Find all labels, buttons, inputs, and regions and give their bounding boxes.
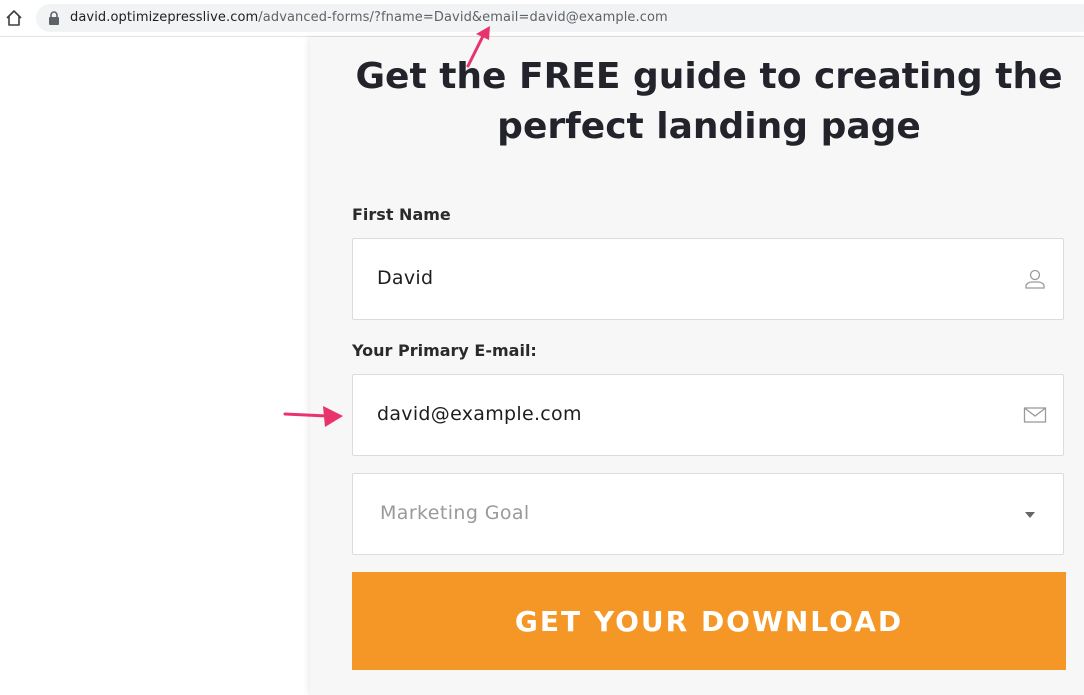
chevron-down-icon <box>1025 512 1035 518</box>
envelope-icon <box>1023 407 1047 423</box>
annotation-arrow-url-icon <box>466 26 490 68</box>
first-name-field[interactable]: David <box>352 238 1064 320</box>
email-label: Your Primary E-mail: <box>352 341 537 360</box>
browser-toolbar: david.optimizepresslive.com/advanced-for… <box>0 0 1084 37</box>
url-host: david.optimizepresslive.com <box>70 10 259 25</box>
annotation-arrow-email-icon <box>283 406 343 427</box>
address-bar[interactable]: david.optimizepresslive.com/advanced-for… <box>36 4 1084 32</box>
marketing-goal-select[interactable]: Marketing Goal <box>352 473 1064 555</box>
home-icon[interactable] <box>4 8 24 28</box>
marketing-goal-placeholder: Marketing Goal <box>380 502 530 524</box>
page-headline: Get the FREE guide to creating the perfe… <box>355 56 1063 147</box>
url-path: /advanced-forms/?fname=David&email=david… <box>258 10 668 25</box>
url-text[interactable]: david.optimizepresslive.com/advanced-for… <box>70 10 668 26</box>
first-name-value: David <box>377 267 434 289</box>
first-name-label: First Name <box>352 205 451 224</box>
lock-icon[interactable] <box>48 11 60 25</box>
email-value: david@example.com <box>377 403 582 425</box>
user-icon <box>1025 269 1045 289</box>
get-download-button[interactable]: GET YOUR DOWNLOAD <box>352 572 1066 670</box>
email-field[interactable]: david@example.com <box>352 374 1064 456</box>
